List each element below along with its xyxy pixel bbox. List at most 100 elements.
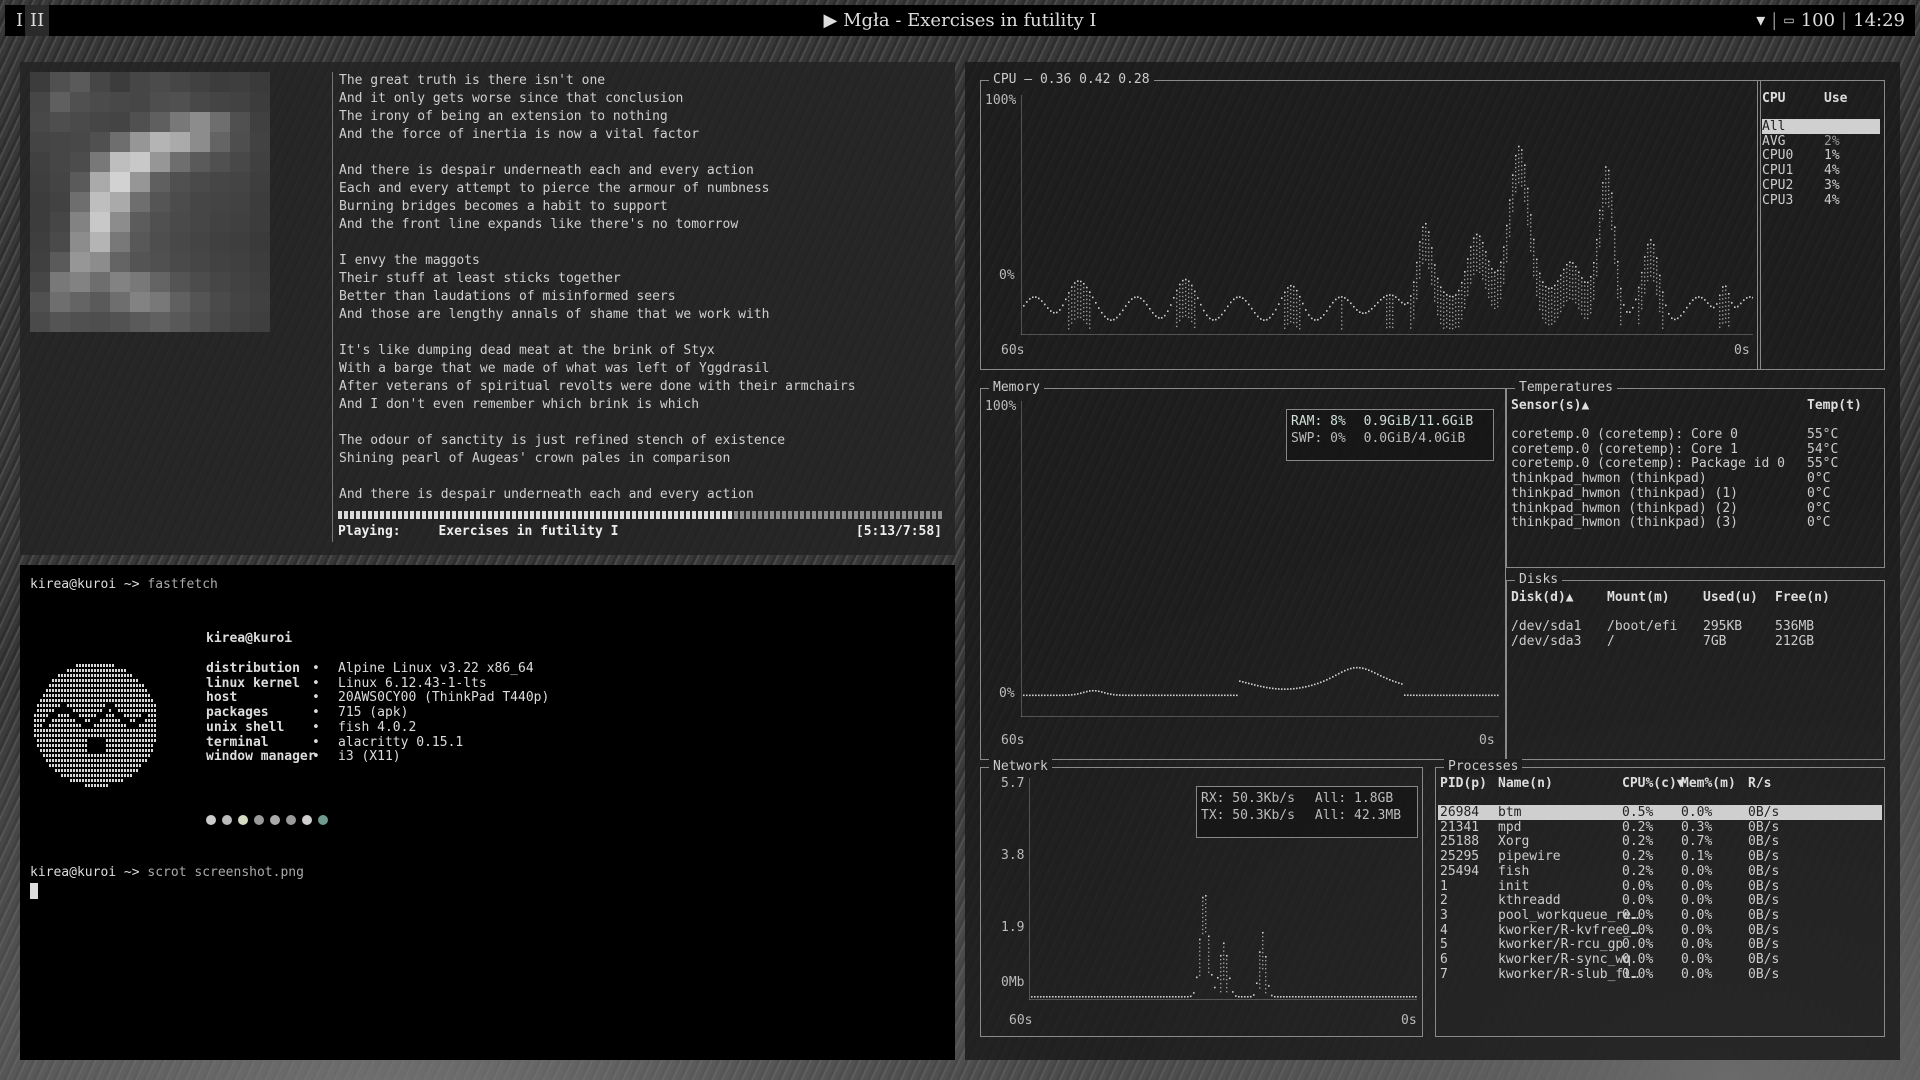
network-point (1343, 996, 1345, 998)
process-cell[interactable]: 0.0% (1681, 864, 1712, 879)
process-cell[interactable]: 0.0% (1681, 923, 1712, 938)
process-cell[interactable]: 0.0% (1622, 937, 1653, 952)
cpu-row-name[interactable]: AVG (1762, 134, 1785, 149)
memory-point (1434, 694, 1436, 697)
process-cell[interactable]: 0.0% (1622, 879, 1653, 894)
cpu-point (1434, 300, 1436, 302)
process-cell[interactable]: 0.2% (1622, 849, 1653, 864)
cpu-point (1545, 286, 1547, 288)
logo-dot (133, 764, 135, 767)
process-cell[interactable]: 0B/s (1748, 805, 1779, 820)
process-col-head[interactable]: Name(n) (1498, 776, 1553, 791)
process-cell[interactable]: 6 (1440, 952, 1448, 967)
process-cell[interactable]: kworker/R-rcu_gp (1498, 937, 1623, 952)
process-cell[interactable]: 0B/s (1748, 908, 1779, 923)
process-cell[interactable]: 0B/s (1748, 967, 1779, 982)
process-cell[interactable]: 0.7% (1681, 834, 1712, 849)
process-cell[interactable]: 0.3% (1681, 820, 1712, 835)
cpu-point (1497, 305, 1499, 308)
process-cell[interactable]: 0B/s (1748, 879, 1779, 894)
process-cell[interactable]: 0.0% (1681, 805, 1712, 820)
cpu-point (1320, 317, 1322, 319)
process-cell[interactable]: btm (1498, 805, 1521, 820)
cpu-point (1086, 314, 1088, 317)
disk-col-head[interactable]: Mount(m) (1607, 590, 1670, 605)
process-cell[interactable]: 0.0% (1622, 967, 1653, 982)
logo-dot (100, 664, 102, 667)
process-col-head[interactable]: R/s (1748, 776, 1771, 791)
process-col-head[interactable]: Mem%(m) (1681, 776, 1736, 791)
process-cell[interactable]: 0B/s (1748, 952, 1779, 967)
process-cell[interactable]: 21341 (1440, 820, 1479, 835)
cpu-point (1539, 304, 1541, 307)
process-cell[interactable]: 5 (1440, 937, 1448, 952)
process-cell[interactable]: 25494 (1440, 864, 1479, 879)
process-cell[interactable]: 0.2% (1622, 820, 1653, 835)
progress-bar[interactable] (338, 511, 942, 519)
cpu-point (1296, 321, 1298, 324)
process-cell[interactable]: 0.0% (1622, 908, 1653, 923)
cpu-point (1500, 289, 1502, 291)
process-cell[interactable]: 0.0% (1622, 952, 1653, 967)
cpu-point (1569, 293, 1571, 295)
temp-col-head[interactable]: Temp(t) (1807, 398, 1862, 413)
process-cell[interactable]: 0.5% (1622, 805, 1653, 820)
process-cell[interactable]: 0.0% (1681, 937, 1712, 952)
process-cell[interactable]: 0B/s (1748, 893, 1779, 908)
process-cell[interactable]: 26984 (1440, 805, 1479, 820)
disk-col-head[interactable]: Disk(d)▲ (1511, 590, 1574, 605)
process-cell[interactable]: 0B/s (1748, 849, 1779, 864)
cpu-row-name[interactable]: All (1762, 119, 1880, 134)
process-cell[interactable]: kworker/R-slub_fl… (1498, 967, 1639, 982)
cpu-row-name[interactable]: CPU3 (1762, 193, 1793, 208)
process-cell[interactable]: pipewire (1498, 849, 1561, 864)
process-cell[interactable]: 0.2% (1622, 864, 1653, 879)
process-cell[interactable]: fish (1498, 864, 1529, 879)
sensor-col-head[interactable]: Sensor(s)▲ (1511, 398, 1589, 413)
cpu-point (1080, 308, 1082, 311)
process-cell[interactable]: 1 (1440, 879, 1448, 894)
process-cell[interactable]: 0B/s (1748, 820, 1779, 835)
process-cell[interactable]: 0.0% (1622, 923, 1653, 938)
process-cell[interactable]: init (1498, 879, 1529, 894)
logo-dot (133, 739, 135, 742)
process-cell[interactable]: 0.0% (1681, 952, 1712, 967)
process-cell[interactable]: 0B/s (1748, 864, 1779, 879)
process-cell[interactable]: pool_workqueue_re… (1498, 908, 1639, 923)
cpu-row-name[interactable]: CPU2 (1762, 178, 1793, 193)
process-cell[interactable]: kthreadd (1498, 893, 1561, 908)
process-col-head[interactable]: PID(p) (1440, 776, 1487, 791)
process-cell[interactable]: 0.0% (1681, 893, 1712, 908)
process-cell[interactable]: kworker/R-sync_wq (1498, 952, 1631, 967)
cpu-point (1473, 261, 1475, 263)
cpu-row-name[interactable]: CPU0 (1762, 148, 1793, 163)
process-cell[interactable]: 2 (1440, 893, 1448, 908)
process-col-head[interactable]: CPU%(c)▼ (1622, 776, 1685, 791)
cpu-point (1590, 276, 1592, 278)
process-cell[interactable]: 25295 (1440, 849, 1479, 864)
process-cell[interactable]: 0.0% (1622, 893, 1653, 908)
process-cell[interactable]: 25188 (1440, 834, 1479, 849)
process-cell[interactable]: 0.2% (1622, 834, 1653, 849)
disk-col-head[interactable]: Free(n) (1775, 590, 1830, 605)
process-cell[interactable]: 7 (1440, 967, 1448, 982)
process-cell[interactable]: 0.1% (1681, 849, 1712, 864)
process-cell[interactable]: 0.0% (1681, 967, 1712, 982)
cpu-row-name[interactable]: CPU1 (1762, 163, 1793, 178)
process-cell[interactable]: kworker/R-kvfree_… (1498, 923, 1639, 938)
process-cell[interactable]: 0.0% (1681, 879, 1712, 894)
process-cell[interactable]: Xorg (1498, 834, 1529, 849)
network-point (1202, 908, 1204, 911)
disk-col-head[interactable]: Used(u) (1703, 590, 1758, 605)
process-cell[interactable]: 0B/s (1748, 834, 1779, 849)
cpu-point (1311, 317, 1313, 320)
process-cell[interactable]: mpd (1498, 820, 1521, 835)
logo-dot (94, 759, 96, 762)
process-cell[interactable]: 4 (1440, 923, 1448, 938)
process-cell[interactable]: 0.0% (1681, 908, 1712, 923)
process-cell[interactable]: 0B/s (1748, 937, 1779, 952)
terminal[interactable]: kirea@kuroi ~> fastfetch kirea@kuroi dis… (20, 565, 955, 1060)
logo-dot (124, 709, 126, 712)
process-cell[interactable]: 3 (1440, 908, 1448, 923)
process-cell[interactable]: 0B/s (1748, 923, 1779, 938)
